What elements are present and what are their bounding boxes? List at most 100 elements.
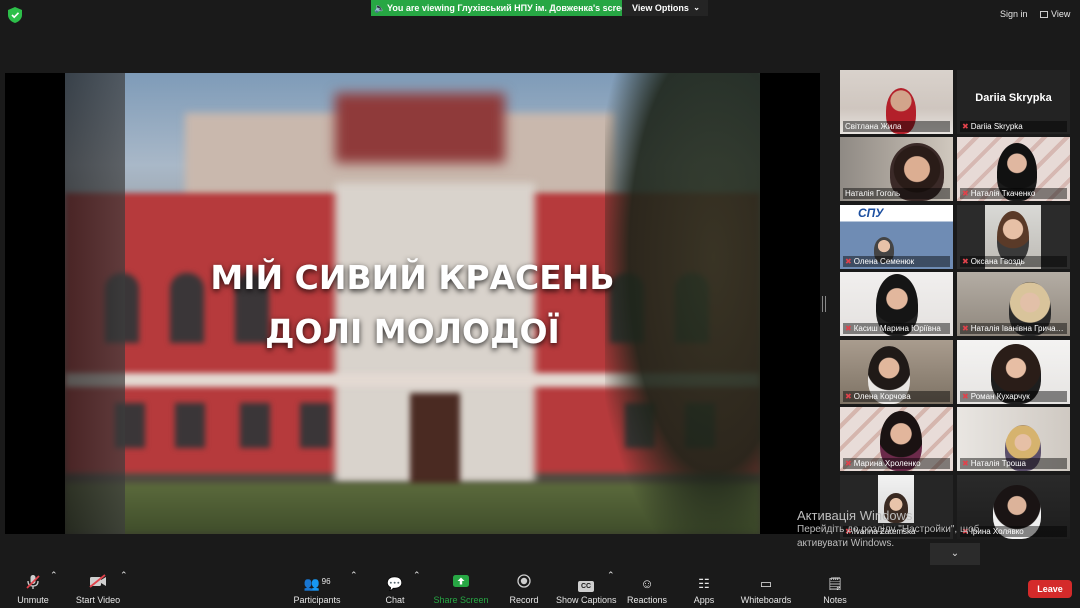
muted-mic-icon: ✖ <box>962 189 969 198</box>
whiteboards-button[interactable]: ▭ Whiteboards <box>738 570 794 608</box>
participant-name: Касиш Марина Юріївна <box>853 324 941 333</box>
participant-name: Олена Корчова <box>853 392 911 401</box>
audio-options-caret[interactable]: ⌃ <box>50 570 58 608</box>
participant-name: Dariia Skrypka <box>970 122 1023 131</box>
participants-label: Participants <box>293 595 341 605</box>
unmute-label: Unmute <box>17 595 49 605</box>
building-pediment <box>335 93 505 163</box>
participant-name-placeholder: Dariia Skrypka <box>975 92 1052 104</box>
slide-title-line1: МІЙ СИВИЙ КРАСЕНЬ <box>210 258 615 297</box>
share-screen-button[interactable]: Share Screen <box>432 570 490 608</box>
slide-title: МІЙ СИВИЙ КРАСЕНЬ ДОЛІ МОЛОДОЇ <box>65 251 760 359</box>
record-button[interactable]: Record <box>506 570 542 608</box>
apps-button[interactable]: ☷ Apps <box>688 570 720 608</box>
muted-mic-icon: ✖ <box>845 257 852 266</box>
participant-tile-active-speaker[interactable]: Наталія Гоголь <box>840 137 953 201</box>
share-screen-label: Share Screen <box>433 595 489 605</box>
apps-icon: ☷ <box>698 576 710 591</box>
participant-name: Наталія Гоголь <box>843 188 950 199</box>
muted-mic-icon: ✖ <box>962 459 969 468</box>
participant-tile[interactable]: Світлана Жила <box>840 70 953 134</box>
notes-label: Notes <box>823 595 847 605</box>
reactions-button[interactable]: ☺ Reactions <box>626 570 668 608</box>
participant-tile[interactable]: ✖ Олена Корчова <box>840 340 953 404</box>
record-label: Record <box>509 595 539 605</box>
participants-count: 96 <box>321 577 331 586</box>
viewing-banner: 🔈You are viewing Глухівський НПУ ім. Дов… <box>371 0 622 16</box>
participant-label: ✖ Олена Семенюк <box>843 256 950 267</box>
chat-options-caret[interactable]: ⌃ <box>413 570 421 608</box>
participant-tile[interactable]: ✖ Оксана Гвоздь <box>957 205 1070 269</box>
view-options-button[interactable]: View Options ⌄ <box>622 0 708 16</box>
apps-label: Apps <box>693 595 715 605</box>
participant-label: ✖ Олена Корчова <box>843 391 950 402</box>
participant-name: Роман Кухарчук <box>970 392 1030 401</box>
record-icon <box>506 574 542 594</box>
participant-tile[interactable]: ✖ Наталія Ткаченко <box>957 137 1070 201</box>
captions-options-caret[interactable]: ⌃ <box>607 570 615 608</box>
participant-tile[interactable]: ✖ Марина Хроленко <box>840 407 953 471</box>
participants-button[interactable]: 👥 96 Participants <box>292 570 342 608</box>
muted-mic-icon: ✖ <box>962 122 969 131</box>
muted-mic-icon: ✖ <box>962 392 969 401</box>
meeting-toolbar: Unmute ⌃ Start Video ⌃ 👥 96 Participants … <box>0 570 1080 608</box>
window <box>300 403 330 448</box>
participant-label: ✖ Наталія Троша <box>960 458 1067 469</box>
muted-mic-icon: ✖ <box>845 459 852 468</box>
chevron-down-icon: ⌄ <box>693 3 700 12</box>
participant-tile[interactable]: ✖ Наталія Іванівна Гричаник <box>957 272 1070 336</box>
participant-tile[interactable]: Dariia Skrypka ✖ Dariia Skrypka <box>957 70 1070 134</box>
shared-screen[interactable]: МІЙ СИВИЙ КРАСЕНЬ ДОЛІ МОЛОДОЇ <box>5 73 820 534</box>
chat-label: Chat <box>385 595 405 605</box>
view-options-label: View Options <box>632 3 689 13</box>
muted-mic-icon: ✖ <box>962 324 969 333</box>
participant-label: ✖ Роман Кухарчук <box>960 391 1067 402</box>
chat-button[interactable]: 💬 Chat <box>380 570 410 608</box>
whiteboards-label: Whiteboards <box>740 595 792 605</box>
participant-tile[interactable]: ✖ Наталія Троша <box>957 407 1070 471</box>
slide-image: МІЙ СИВИЙ КРАСЕНЬ ДОЛІ МОЛОДОЇ <box>65 73 760 534</box>
whiteboard-icon: ▭ <box>759 576 773 591</box>
participant-name: Марина Хроленко <box>853 459 921 468</box>
window <box>240 403 270 448</box>
sign-in-link[interactable]: Sign in <box>1000 9 1028 19</box>
participants-icon: 👥 96 <box>303 576 331 591</box>
start-video-label: Start Video <box>75 595 121 605</box>
muted-mic-icon: ✖ <box>845 392 852 401</box>
participant-tile[interactable]: ✖ Касиш Марина Юріївна <box>840 272 953 336</box>
participant-tile[interactable]: СПУ ✖ Олена Семенюк <box>840 205 953 269</box>
participant-label: ✖ Касиш Марина Юріївна <box>843 323 950 334</box>
participant-label: ✖ Наталія Іванівна Гричаник <box>960 323 1067 334</box>
participant-label: ✖ Наталія Ткаченко <box>960 188 1067 199</box>
video-options-caret[interactable]: ⌃ <box>120 570 128 608</box>
participant-name: Наталія Іванівна Гричаник <box>970 324 1067 333</box>
participant-label: ✖ Оксана Гвоздь <box>960 256 1067 267</box>
leave-button[interactable]: Leave <box>1028 580 1072 598</box>
chevron-down-icon: ⌄ <box>950 548 960 559</box>
view-layout-icon <box>1040 11 1048 18</box>
slide-title-line2: ДОЛІ МОЛОДОЇ <box>265 312 560 351</box>
view-button[interactable]: View <box>1040 9 1070 19</box>
participant-name: Наталія Ткаченко <box>970 189 1036 198</box>
participant-name: Світлана Жила <box>843 121 950 132</box>
participant-label: ✖ Марина Хроленко <box>843 458 950 469</box>
shield-icon[interactable] <box>8 7 22 23</box>
activation-title: Активація Windows <box>797 508 913 523</box>
gallery-next-page-button[interactable]: ⌄ <box>930 543 980 565</box>
participant-name: Наталія Троша <box>970 459 1026 468</box>
video-off-icon <box>74 574 122 594</box>
muted-mic-icon: ✖ <box>962 257 969 266</box>
unmute-button[interactable]: Unmute <box>12 570 54 608</box>
university-logo: СПУ <box>858 206 884 220</box>
reactions-label: Reactions <box>626 595 668 605</box>
participant-label: ✖ Dariia Skrypka <box>960 121 1067 132</box>
view-label: View <box>1051 9 1071 19</box>
participants-options-caret[interactable]: ⌃ <box>350 570 358 608</box>
share-screen-icon <box>432 574 490 594</box>
smiley-plus-icon: ☺ <box>640 576 654 591</box>
participant-tile[interactable]: ✖ Роман Кухарчук <box>957 340 1070 404</box>
notes-button[interactable]: 🗒 Notes <box>820 570 850 608</box>
start-video-button[interactable]: Start Video <box>74 570 122 608</box>
viewing-banner-text: You are viewing Глухівський НПУ ім. Довж… <box>387 3 622 13</box>
panel-resize-handle[interactable] <box>822 296 826 312</box>
